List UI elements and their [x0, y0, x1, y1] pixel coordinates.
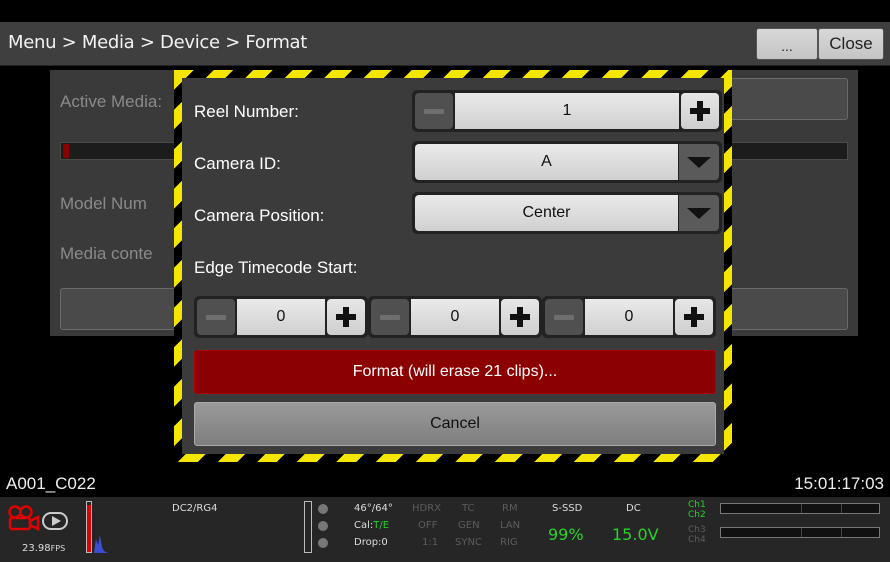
- fps-display: 23.98FPS: [22, 543, 65, 554]
- plus-icon[interactable]: [327, 299, 365, 335]
- power-voltage: 15.0V: [612, 525, 659, 544]
- clip-name: A001_C022: [6, 474, 96, 493]
- audio-channel-label: Ch2: [688, 510, 706, 520]
- calibration-status: Cal:T/E: [354, 520, 389, 531]
- format-dialog: Reel Number: 1 Camera ID: A Camera Posit…: [174, 70, 732, 462]
- timecode-stepper: 0: [194, 296, 368, 338]
- background-right-button[interactable]: [728, 288, 848, 330]
- audio-meter: [720, 503, 880, 514]
- fps-unit: FPS: [50, 544, 66, 553]
- cal-prefix: Cal:: [354, 520, 374, 531]
- camera-id-label: Camera ID:: [194, 154, 281, 173]
- color-space: DC2/RG4: [172, 503, 218, 514]
- timecode-stepper: 0: [368, 296, 542, 338]
- dropped-frames: Drop:0: [354, 537, 388, 548]
- record-level-meter: [86, 501, 92, 553]
- plus-icon[interactable]: [681, 93, 719, 129]
- audio-channel-label: Ch1: [688, 500, 706, 510]
- active-media-select[interactable]: [728, 78, 848, 120]
- breadcrumb: Menu > Media > Device > Format: [8, 32, 308, 53]
- timecode-stepper: 0: [542, 296, 716, 338]
- fps-value: 23.98: [22, 543, 51, 554]
- minus-icon[interactable]: [371, 299, 409, 335]
- sensor-temps: 46°/64°: [354, 503, 393, 514]
- plus-icon[interactable]: [501, 299, 539, 335]
- format-dialog-body: Reel Number: 1 Camera ID: A Camera Posit…: [182, 78, 724, 454]
- rm-label: RM: [502, 503, 518, 514]
- play-mode-icon[interactable]: [42, 512, 68, 530]
- chevron-down-icon[interactable]: [679, 144, 719, 180]
- timecode-value[interactable]: 0: [237, 299, 325, 335]
- tc-label: TC: [462, 503, 475, 514]
- camera-icon[interactable]: [8, 505, 40, 531]
- hdrx-label: HDRX: [412, 503, 442, 514]
- timecode-value[interactable]: 0: [585, 299, 673, 335]
- camera-id-value[interactable]: A: [415, 144, 678, 180]
- level-meter: [304, 501, 312, 553]
- menu-header: Menu > Media > Device > Format ... Close: [0, 22, 890, 66]
- camera-id-dropdown[interactable]: A: [412, 141, 722, 183]
- active-media-label: Active Media:: [60, 92, 163, 111]
- histogram-icon: [94, 535, 108, 553]
- media-type: S-SSD: [552, 503, 583, 514]
- status-led: [318, 504, 328, 514]
- cancel-button[interactable]: Cancel: [194, 402, 716, 446]
- audio-channel-label: Ch3: [688, 525, 706, 535]
- power-type: DC: [626, 503, 641, 514]
- timecode-display: 15:01:17:03: [794, 474, 884, 493]
- status-bar: 23.98FPS DC2/RG4 46°/64° Cal:T/E Drop:0 …: [0, 497, 890, 562]
- reel-number-label: Reel Number:: [194, 102, 299, 121]
- minus-icon[interactable]: [545, 299, 583, 335]
- lan-label: LAN: [500, 520, 521, 531]
- audio-channel-label: Ch4: [688, 535, 706, 545]
- hdrx-state: OFF: [418, 520, 438, 531]
- rig-label: RIG: [500, 537, 518, 548]
- minus-icon[interactable]: [415, 93, 453, 129]
- chevron-down-icon[interactable]: [679, 195, 719, 231]
- edge-timecode-label: Edge Timecode Start:: [194, 258, 358, 277]
- camera-position-label: Camera Position:: [194, 206, 325, 225]
- reel-number-value[interactable]: 1: [455, 93, 679, 129]
- timecode-value[interactable]: 0: [411, 299, 499, 335]
- status-led: [318, 521, 328, 531]
- gen-label: GEN: [458, 520, 480, 531]
- media-contents-label: Media conte: [60, 244, 153, 263]
- close-button[interactable]: Close: [818, 28, 884, 60]
- cal-value: T/E: [373, 520, 390, 531]
- camera-position-dropdown[interactable]: Center: [412, 192, 722, 234]
- plus-icon[interactable]: [675, 299, 713, 335]
- hdrx-ratio: 1:1: [422, 537, 439, 548]
- media-percent: 99%: [548, 525, 584, 544]
- audio-meter: [720, 527, 880, 538]
- background-left-button[interactable]: [60, 288, 176, 330]
- status-led: [318, 538, 328, 548]
- format-button[interactable]: Format (will erase 21 clips)...: [194, 350, 716, 394]
- model-number-label: Model Num: [60, 194, 147, 213]
- sync-label: SYNC: [455, 537, 482, 548]
- more-button[interactable]: ...: [756, 28, 818, 60]
- camera-position-value[interactable]: Center: [415, 195, 678, 231]
- reel-number-stepper: 1: [412, 90, 722, 132]
- minus-icon[interactable]: [197, 299, 235, 335]
